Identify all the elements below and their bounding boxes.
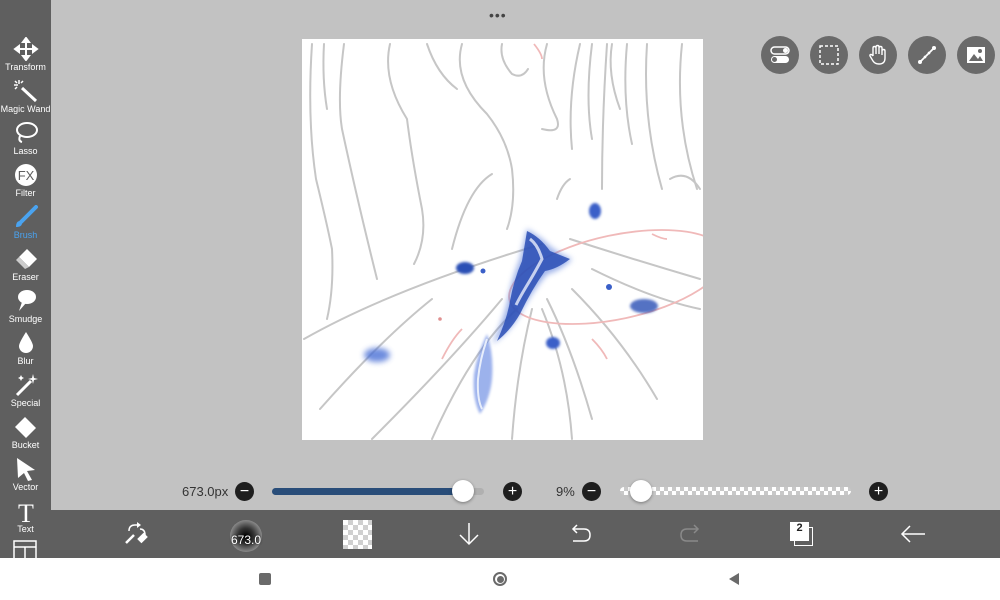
eraser-icon xyxy=(15,249,37,269)
brush-size-increase-button[interactable]: + xyxy=(503,482,522,501)
opacity-increase-button[interactable]: + xyxy=(869,482,888,501)
layers-icon: 2 xyxy=(790,522,814,546)
tool-magic-wand[interactable]: Magic Wand xyxy=(0,75,51,117)
tool-smudge[interactable]: Smudge xyxy=(0,285,51,327)
tool-label: Transform xyxy=(5,62,46,72)
tool-label: Filter xyxy=(15,188,36,198)
tool-eraser[interactable]: Eraser xyxy=(0,243,51,285)
back-nav-icon xyxy=(729,573,739,585)
tool-label: Magic Wand xyxy=(0,104,51,114)
undo-icon xyxy=(571,524,591,542)
download-button[interactable] xyxy=(449,510,489,558)
recent-apps-button[interactable] xyxy=(245,558,285,600)
blur-drop-icon xyxy=(18,332,33,353)
tool-transform[interactable]: Transform xyxy=(0,33,51,75)
selection-icon xyxy=(819,45,839,65)
transform-icon xyxy=(12,37,39,61)
tool-lasso[interactable]: Lasso xyxy=(0,117,51,159)
text-icon: T xyxy=(18,499,34,523)
toggle-settings-icon xyxy=(770,46,790,63)
layers-button[interactable]: 2 xyxy=(782,510,822,558)
tool-label: Vector xyxy=(12,482,39,492)
plus-icon: + xyxy=(507,482,518,500)
vector-arrow-icon xyxy=(16,458,35,481)
opacity-slider-thumb[interactable] xyxy=(629,480,652,502)
brush-size-slider-thumb[interactable] xyxy=(451,480,474,502)
back-arrow-icon xyxy=(900,525,925,543)
tool-label: Bucket xyxy=(11,440,40,450)
ruler-button[interactable] xyxy=(908,36,946,74)
brush-size-decrease-button[interactable]: − xyxy=(235,482,254,501)
frame-tool-partial[interactable] xyxy=(13,539,37,558)
svg-text:FX: FX xyxy=(17,168,34,183)
more-dots-icon: ••• xyxy=(489,7,507,23)
opacity-decrease-button[interactable]: − xyxy=(582,482,601,501)
tool-swap-button[interactable] xyxy=(117,510,157,558)
system-nav-bar xyxy=(0,558,1000,600)
opacity-value: 9% xyxy=(556,484,575,499)
plus-icon: + xyxy=(873,482,884,500)
redo-icon xyxy=(680,524,700,542)
fx-icon: FX xyxy=(14,164,37,186)
hand-icon xyxy=(869,44,886,65)
tool-swap-icon xyxy=(125,522,148,544)
brush-size-slider-fill xyxy=(272,488,463,495)
magic-wand-icon xyxy=(13,80,37,103)
recent-apps-icon xyxy=(259,573,271,585)
tool-blur[interactable]: Blur xyxy=(0,327,51,369)
special-sparkle-icon xyxy=(15,374,38,397)
more-menu-button[interactable]: ••• xyxy=(489,8,507,22)
tool-brush[interactable]: Brush xyxy=(0,201,51,243)
home-button[interactable] xyxy=(480,558,520,600)
lasso-icon xyxy=(15,122,38,143)
tool-special[interactable]: Special xyxy=(0,369,51,411)
tool-label: Special xyxy=(10,398,41,408)
frame-icon xyxy=(13,540,37,558)
home-icon xyxy=(493,572,507,586)
tool-label: Lasso xyxy=(13,146,38,156)
layer-count: 2 xyxy=(796,522,803,534)
tool-text[interactable]: T Text xyxy=(0,495,51,537)
back-nav-button[interactable] xyxy=(714,558,754,600)
tool-label: Brush xyxy=(13,230,38,240)
toggle-settings-button[interactable] xyxy=(761,36,799,74)
bottom-toolbar: 2 xyxy=(51,510,1000,558)
svg-text:T: T xyxy=(18,499,34,523)
brush-icon xyxy=(15,205,38,227)
image-icon xyxy=(967,47,985,63)
tool-filter[interactable]: FX Filter xyxy=(0,159,51,201)
back-button[interactable] xyxy=(893,510,933,558)
minus-icon: − xyxy=(239,482,250,500)
tool-label: Eraser xyxy=(12,272,39,282)
bucket-icon xyxy=(14,417,36,438)
tool-sidebar: Transform Magic Wand Lasso FX Filter Bru xyxy=(0,0,51,558)
selection-button[interactable] xyxy=(810,36,848,74)
undo-button[interactable] xyxy=(560,510,600,558)
tool-bucket[interactable]: Bucket xyxy=(0,411,51,453)
brush-size-label: 673.0 xyxy=(230,533,262,547)
minus-icon: − xyxy=(586,482,597,500)
opacity-slider-track[interactable] xyxy=(620,487,851,495)
ruler-icon xyxy=(918,46,936,64)
image-button[interactable] xyxy=(957,36,995,74)
hand-button[interactable] xyxy=(859,36,897,74)
brush-size-value: 673.0px xyxy=(182,484,229,499)
redo-button[interactable] xyxy=(671,510,711,558)
smudge-icon xyxy=(17,290,36,311)
tool-label: Smudge xyxy=(8,314,43,324)
tool-label: Blur xyxy=(17,356,34,366)
artwork xyxy=(303,43,703,440)
drawing-canvas[interactable] xyxy=(302,39,703,440)
download-arrow-icon xyxy=(459,523,479,546)
color-swatch[interactable] xyxy=(343,520,372,549)
tool-label: Text xyxy=(17,524,34,534)
tool-vector[interactable]: Vector xyxy=(0,453,51,495)
